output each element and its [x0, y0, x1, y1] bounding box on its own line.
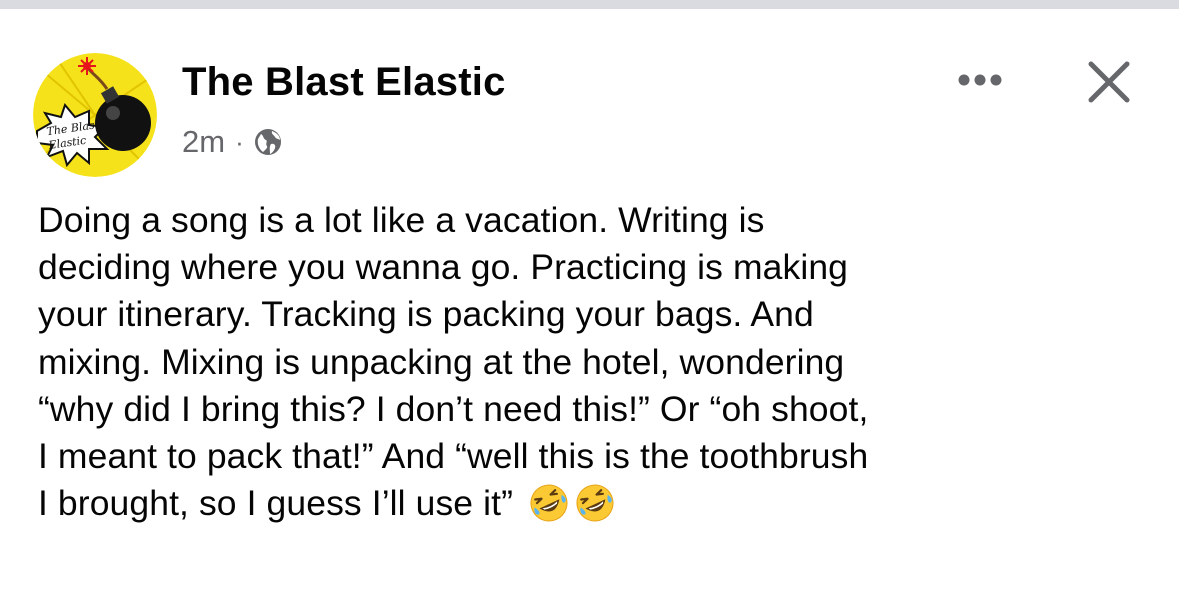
post-text-line: deciding where you wanna go. Practicing …: [38, 247, 849, 288]
post-text-line: mixing. Mixing is unpacking at the hotel…: [38, 341, 845, 382]
post-body: Doing a song is a lot like a vacation. W…: [38, 197, 1158, 535]
post-text-line: “why did I bring this? I don’t need this…: [38, 388, 869, 429]
post-text-line: I meant to pack that!” And “well this is…: [38, 436, 869, 477]
post-text-line-last: I brought, so I guess I’ll use it”: [38, 480, 1158, 535]
page-avatar[interactable]: The Blast Elastic: [33, 53, 157, 177]
globe-icon[interactable]: [253, 127, 283, 157]
post-text-line: your itinerary. Tracking is packing your…: [38, 294, 814, 335]
post-meta: 2m ·: [182, 122, 283, 162]
post-timestamp[interactable]: 2m: [182, 124, 225, 160]
more-options-icon: [958, 74, 1002, 86]
close-button[interactable]: [1081, 54, 1137, 110]
post-text-line: Doing a song is a lot like a vacation. W…: [38, 200, 765, 240]
meta-separator: ·: [235, 127, 244, 157]
blast-elastic-logo: The Blast Elastic: [33, 53, 157, 177]
rolling-on-floor-laughing-emoji: [529, 483, 569, 535]
page-name[interactable]: The Blast Elastic: [182, 60, 506, 105]
more-options-button[interactable]: [950, 62, 1010, 98]
post-text-line-content: I brought, so I guess I’ll use it”: [38, 483, 513, 524]
top-divider: [0, 0, 1179, 9]
close-icon: [1088, 61, 1130, 103]
rolling-on-floor-laughing-emoji: [575, 483, 615, 535]
